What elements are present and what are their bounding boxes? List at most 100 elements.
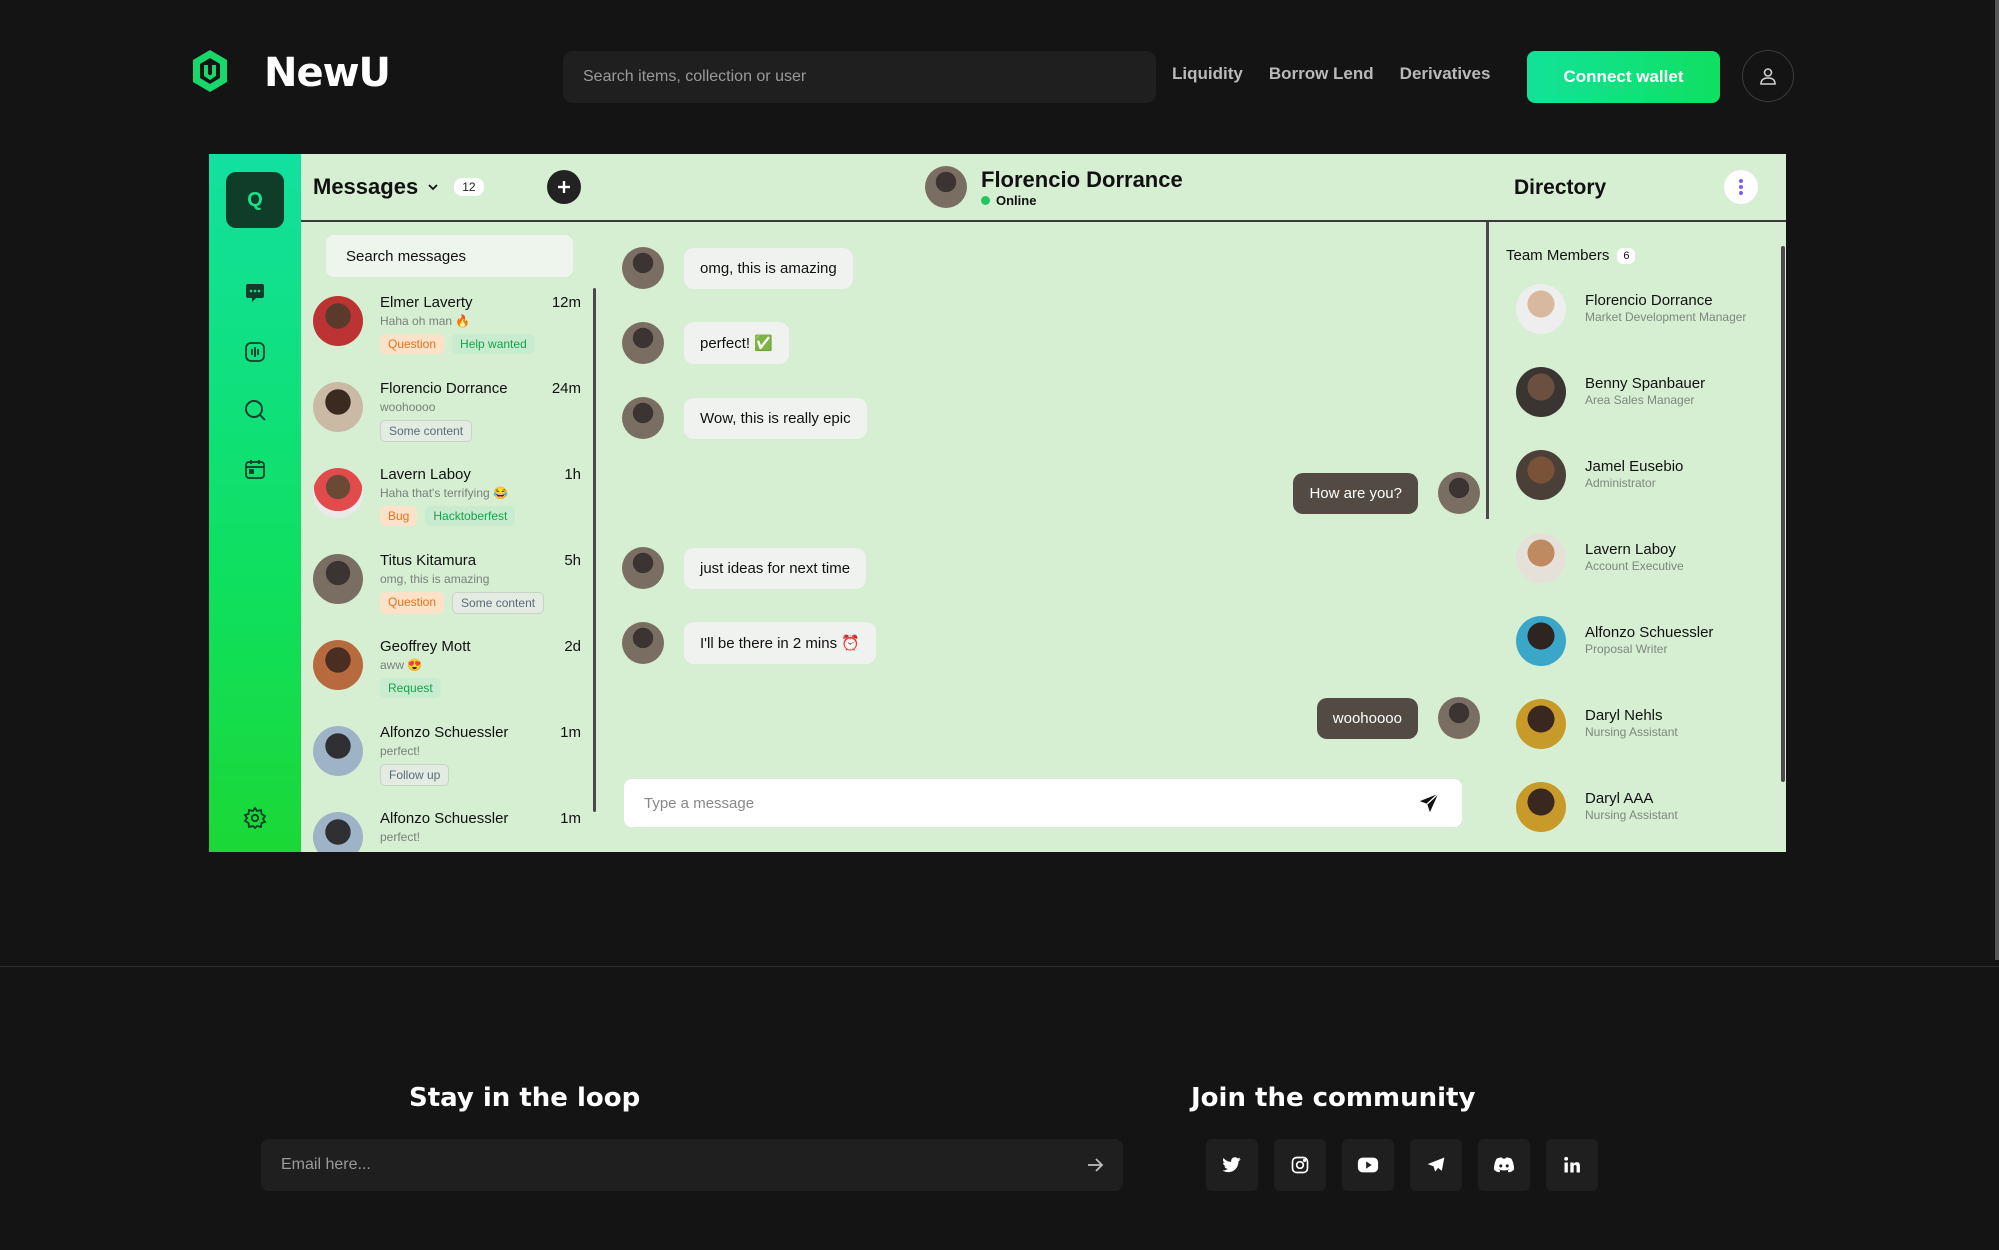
message-search-input[interactable]: Search messages bbox=[326, 235, 573, 277]
team-member-item[interactable]: Jamel Eusebio Administrator bbox=[1516, 450, 1776, 533]
conversation-scrollbar[interactable] bbox=[593, 288, 596, 812]
page-scrollbar[interactable] bbox=[1995, 0, 1999, 960]
tag[interactable]: Some content bbox=[380, 420, 473, 442]
profile-button[interactable] bbox=[1742, 50, 1794, 102]
rail-logo[interactable]: Q bbox=[226, 172, 284, 228]
avatar[interactable] bbox=[925, 166, 967, 208]
tag[interactable]: Bug bbox=[380, 506, 418, 526]
conversation-item[interactable]: Titus Kitamura 5h omg, this is amazing Q… bbox=[301, 548, 587, 634]
telegram-link[interactable] bbox=[1410, 1139, 1462, 1191]
conversation-item[interactable]: Lavern Laboy 1h Haha that's terrifying 😂… bbox=[301, 462, 587, 548]
messages-title-label: Messages bbox=[313, 174, 419, 199]
message-row-outgoing: How are you? bbox=[1293, 472, 1480, 514]
message-bubble[interactable]: How are you? bbox=[1293, 472, 1418, 514]
tag[interactable]: Question bbox=[380, 334, 445, 354]
brand-name[interactable]: NewU bbox=[264, 50, 391, 96]
social-links bbox=[1206, 1139, 1598, 1191]
conversation-name: Alfonzo Schuessler bbox=[380, 724, 509, 741]
instagram-icon bbox=[1291, 1156, 1309, 1174]
team-member-item[interactable]: Daryl Nehls Nursing Assistant bbox=[1516, 699, 1776, 782]
message-input[interactable]: Type a message bbox=[624, 779, 1462, 827]
message-bubble[interactable]: woohoooo bbox=[1316, 697, 1418, 739]
member-role: Proposal Writer bbox=[1585, 642, 1668, 656]
youtube-link[interactable] bbox=[1342, 1139, 1394, 1191]
search-icon[interactable] bbox=[242, 397, 268, 423]
avatar bbox=[622, 397, 664, 439]
conversation-item[interactable]: Florencio Dorrance 24m woohoooo Some con… bbox=[301, 376, 587, 462]
footer-divider bbox=[0, 966, 1999, 967]
email-placeholder: Email here... bbox=[281, 1156, 371, 1173]
team-members-header: Team Members 6 bbox=[1506, 247, 1636, 264]
conversation-time: 1h bbox=[564, 466, 581, 483]
gear-icon[interactable] bbox=[242, 805, 268, 831]
message-bubble[interactable]: perfect! ✅ bbox=[684, 322, 789, 364]
more-options-button[interactable] bbox=[1724, 170, 1758, 204]
calendar-icon[interactable] bbox=[242, 456, 268, 482]
instagram-link[interactable] bbox=[1274, 1139, 1326, 1191]
directory-scrollbar[interactable] bbox=[1781, 246, 1785, 782]
conversation-preview: Haha that's terrifying 😂 bbox=[380, 486, 508, 500]
send-icon[interactable] bbox=[1418, 792, 1440, 814]
message-row-incoming: I'll be there in 2 mins ⏰ bbox=[622, 622, 876, 664]
twitter-link[interactable] bbox=[1206, 1139, 1258, 1191]
team-member-item[interactable]: Florencio Dorrance Market Development Ma… bbox=[1516, 284, 1776, 367]
conversation-time: 2d bbox=[564, 638, 581, 655]
conversation-name: Elmer Laverty bbox=[380, 294, 473, 311]
member-name: Jamel Eusebio bbox=[1585, 458, 1684, 475]
team-count-badge: 6 bbox=[1617, 247, 1636, 264]
new-message-button[interactable] bbox=[547, 170, 581, 204]
message-bubble[interactable]: omg, this is amazing bbox=[684, 247, 853, 289]
avatar bbox=[622, 247, 664, 289]
tag[interactable]: Help wanted bbox=[452, 334, 535, 354]
team-member-item[interactable]: Daryl AAA Nursing Assistant bbox=[1516, 782, 1776, 852]
linkedin-link[interactable] bbox=[1546, 1139, 1598, 1191]
voice-icon[interactable] bbox=[242, 339, 268, 365]
message-bubble[interactable]: Wow, this is really epic bbox=[684, 397, 867, 439]
avatar bbox=[1516, 284, 1566, 334]
message-input-placeholder: Type a message bbox=[644, 794, 755, 812]
message-bubble[interactable]: just ideas for next time bbox=[684, 547, 867, 589]
member-name: Benny Spanbauer bbox=[1585, 375, 1706, 392]
tag[interactable]: Question bbox=[380, 592, 445, 614]
nav-link-derivatives[interactable]: Derivatives bbox=[1400, 64, 1491, 84]
chat-scrollbar[interactable] bbox=[1486, 222, 1489, 519]
avatar bbox=[1516, 533, 1566, 583]
messaging-app: Q Messages 12 Florencio Dorrance Online … bbox=[209, 154, 1786, 852]
global-search-input[interactable]: Search items, collection or user bbox=[563, 51, 1156, 103]
tag[interactable]: Hacktoberfest bbox=[425, 506, 516, 526]
member-name: Daryl Nehls bbox=[1585, 707, 1663, 724]
chat-icon[interactable] bbox=[242, 280, 268, 306]
conversation-item[interactable]: Geoffrey Mott 2d aww 😍 Request bbox=[301, 634, 587, 720]
arrow-right-icon[interactable] bbox=[1085, 1155, 1105, 1175]
message-row-outgoing: woohoooo bbox=[1316, 697, 1480, 739]
avatar bbox=[622, 622, 664, 664]
conversation-preview: woohoooo bbox=[380, 400, 436, 414]
tag[interactable]: Request bbox=[380, 678, 441, 698]
conversation-item[interactable]: Elmer Laverty 12m Haha oh man 🔥 Question… bbox=[301, 290, 587, 376]
tag-list: Request bbox=[380, 678, 441, 698]
team-member-item[interactable]: Lavern Laboy Account Executive bbox=[1516, 533, 1776, 616]
avatar bbox=[313, 554, 363, 604]
avatar bbox=[1438, 697, 1480, 739]
avatar bbox=[1516, 699, 1566, 749]
avatar bbox=[1516, 367, 1566, 417]
team-member-item[interactable]: Alfonzo Schuessler Proposal Writer bbox=[1516, 616, 1776, 699]
team-member-item[interactable]: Benny Spanbauer Area Sales Manager bbox=[1516, 367, 1776, 450]
messages-title[interactable]: Messages 12 bbox=[313, 174, 484, 200]
avatar bbox=[313, 726, 363, 776]
conversation-list: Elmer Laverty 12m Haha oh man 🔥 Question… bbox=[301, 290, 587, 852]
nav-link-liquidity[interactable]: Liquidity bbox=[1172, 64, 1243, 84]
connect-wallet-button[interactable]: Connect wallet bbox=[1527, 51, 1720, 103]
tag-list: Follow up bbox=[380, 764, 450, 786]
tag[interactable]: Some content bbox=[452, 592, 545, 614]
message-bubble[interactable]: I'll be there in 2 mins ⏰ bbox=[684, 622, 876, 664]
avatar bbox=[622, 322, 664, 364]
nav-link-borrow-lend[interactable]: Borrow Lend bbox=[1269, 64, 1374, 84]
conversation-item[interactable]: Alfonzo Schuessler 1m perfect! bbox=[301, 806, 587, 852]
brand-logo-icon[interactable] bbox=[190, 48, 230, 94]
tag[interactable]: Follow up bbox=[380, 764, 450, 786]
newsletter-email-input[interactable]: Email here... bbox=[261, 1139, 1123, 1191]
conversation-item[interactable]: Alfonzo Schuessler 1m perfect! Follow up bbox=[301, 720, 587, 806]
discord-link[interactable] bbox=[1478, 1139, 1530, 1191]
avatar bbox=[1516, 450, 1566, 500]
